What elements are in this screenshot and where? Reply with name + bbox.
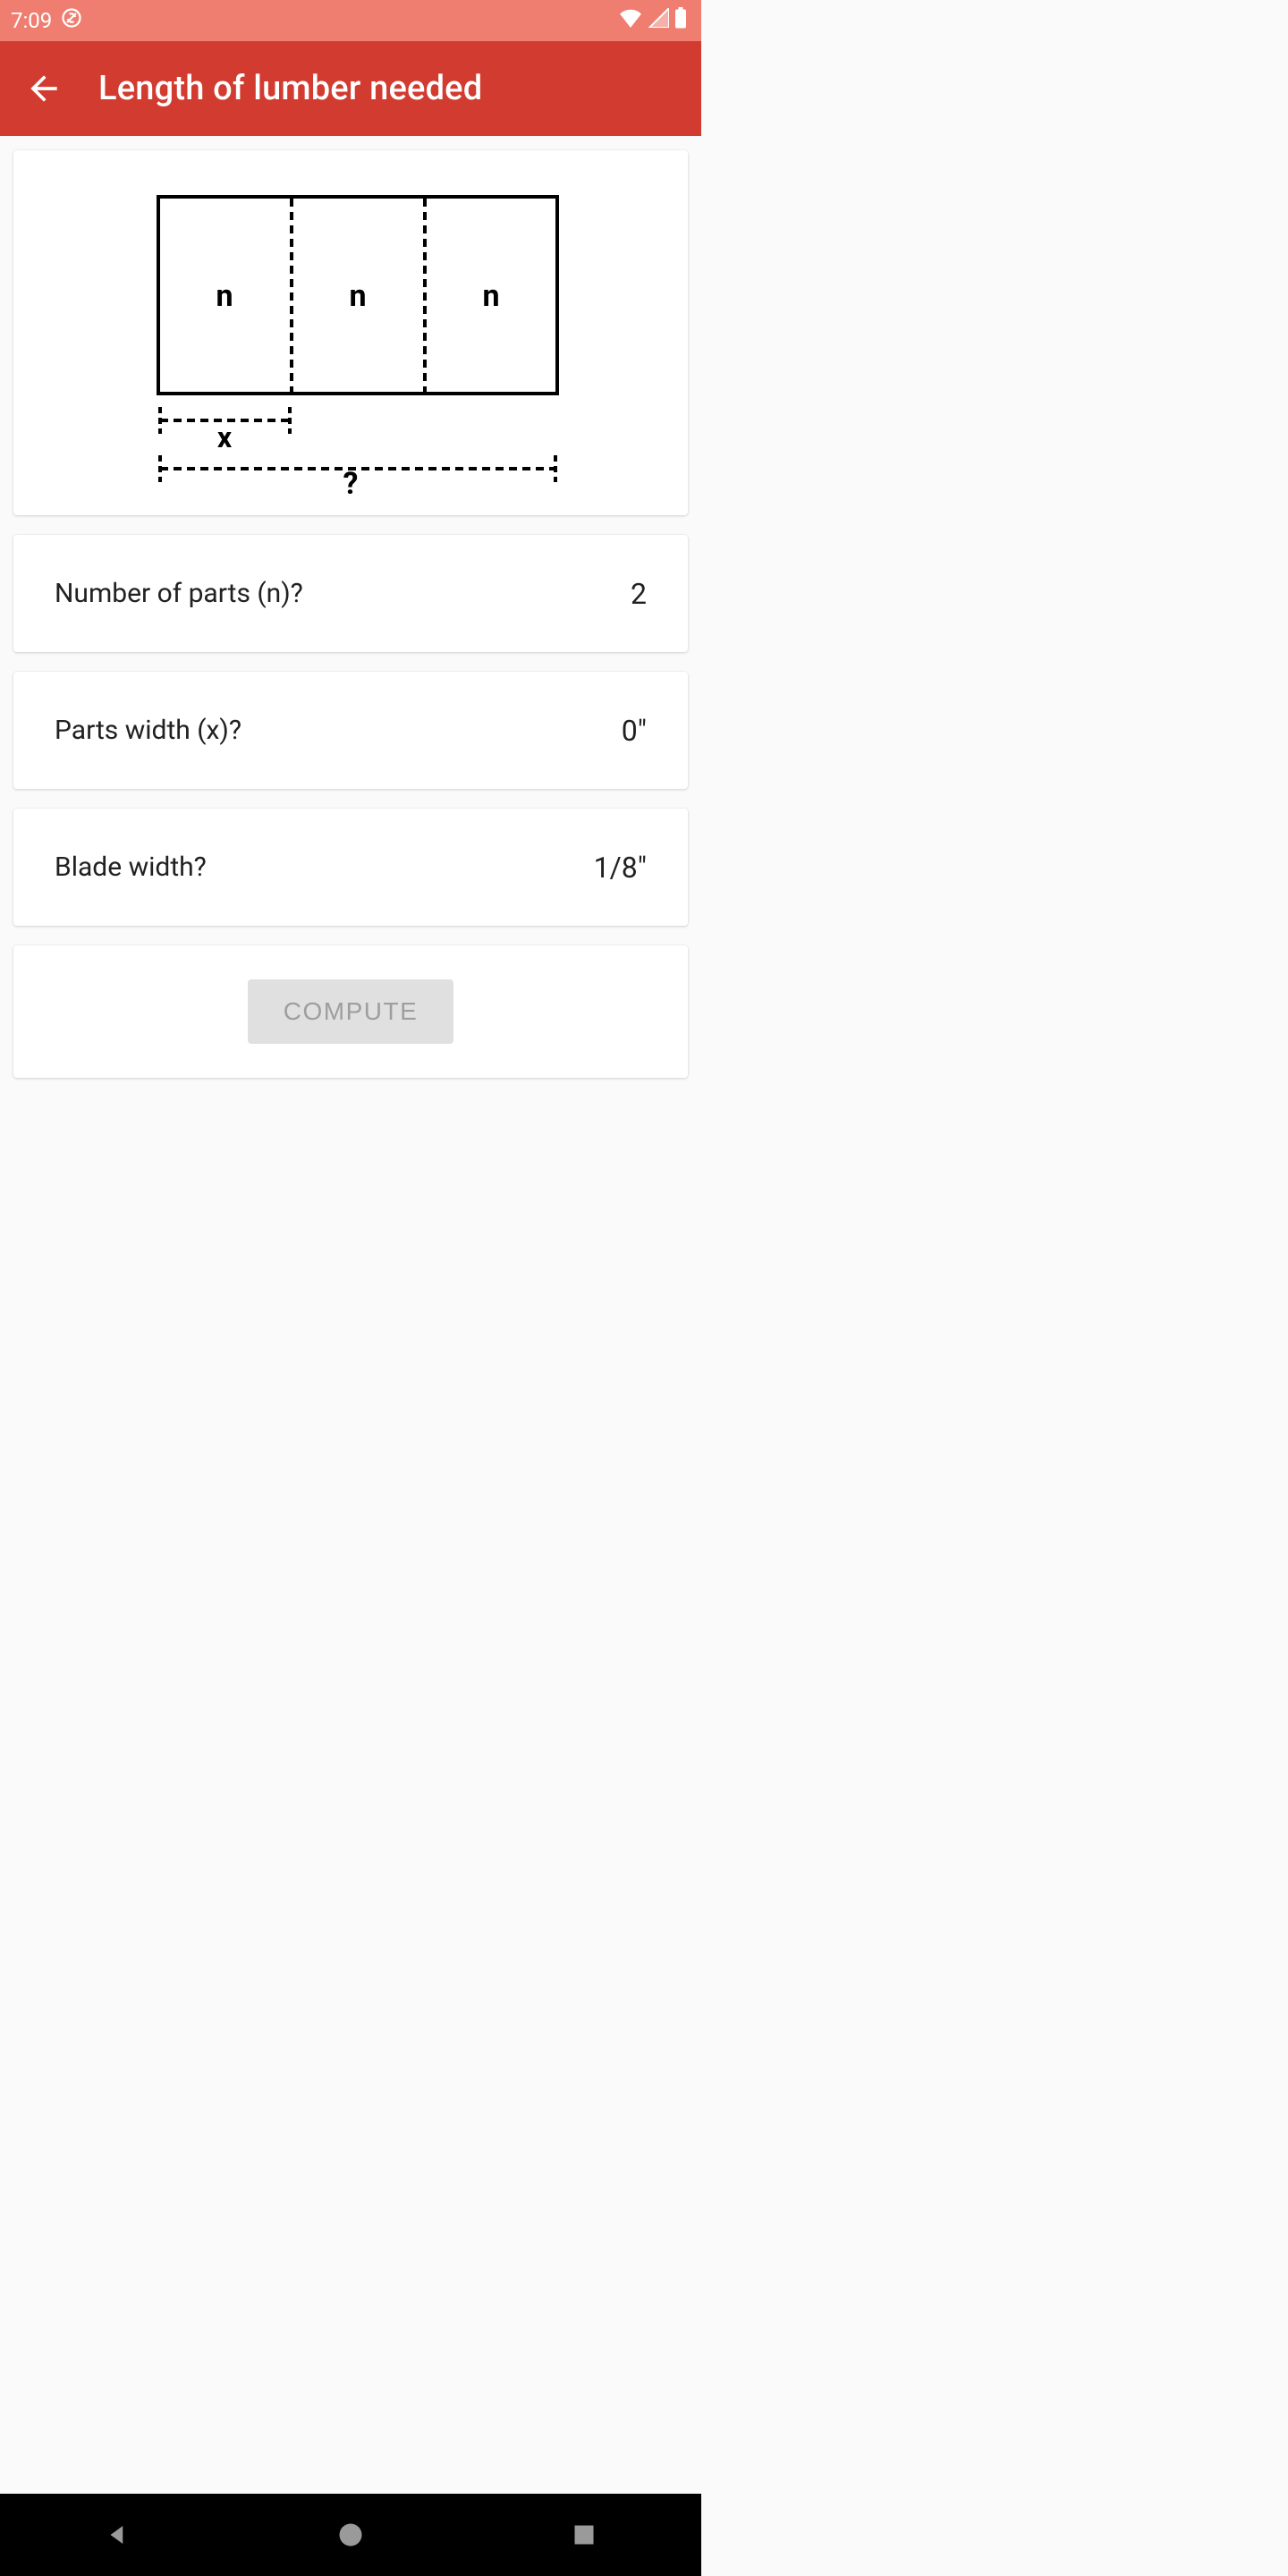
- diagram-card: n n n x ?: [13, 150, 688, 515]
- app-bar: Length of lumber needed: [0, 41, 701, 136]
- no-sim-icon: [61, 7, 82, 34]
- signal-icon: [648, 8, 669, 33]
- nav-home-button[interactable]: [324, 2508, 377, 2562]
- svg-text:n: n: [482, 278, 499, 314]
- svg-text:n: n: [216, 278, 233, 314]
- svg-text:?: ?: [343, 466, 359, 494]
- num-parts-label: Number of parts (n)?: [55, 578, 303, 609]
- circle-home-icon: [337, 2521, 364, 2548]
- compute-button[interactable]: COMPUTE: [248, 979, 454, 1044]
- status-bar: 7:09: [0, 0, 701, 41]
- status-time: 7:09: [11, 8, 52, 33]
- arrow-left-icon: [24, 69, 64, 108]
- input-num-parts[interactable]: Number of parts (n)? 2: [13, 535, 688, 652]
- input-parts-width[interactable]: Parts width (x)? 0": [13, 672, 688, 789]
- navigation-bar: [0, 2494, 701, 2576]
- battery-icon: [674, 7, 687, 34]
- svg-text:x: x: [217, 420, 233, 454]
- square-recent-icon: [572, 2522, 597, 2547]
- nav-recent-button[interactable]: [557, 2508, 611, 2562]
- content-area: n n n x ? Number of parts (n)? 2 Parts w…: [0, 136, 701, 1078]
- parts-width-value: 0": [622, 714, 647, 748]
- num-parts-value: 2: [631, 577, 647, 611]
- page-title: Length of lumber needed: [98, 69, 482, 108]
- back-button[interactable]: [13, 57, 75, 120]
- triangle-back-icon: [104, 2521, 131, 2548]
- nav-back-button[interactable]: [90, 2508, 144, 2562]
- svg-text:n: n: [349, 278, 366, 314]
- lumber-diagram: n n n x ?: [105, 172, 597, 494]
- input-blade-width[interactable]: Blade width? 1/8": [13, 809, 688, 926]
- parts-width-label: Parts width (x)?: [55, 715, 242, 746]
- wifi-icon: [619, 8, 642, 33]
- compute-card: COMPUTE: [13, 945, 688, 1078]
- blade-width-label: Blade width?: [55, 852, 207, 883]
- blade-width-value: 1/8": [594, 851, 647, 885]
